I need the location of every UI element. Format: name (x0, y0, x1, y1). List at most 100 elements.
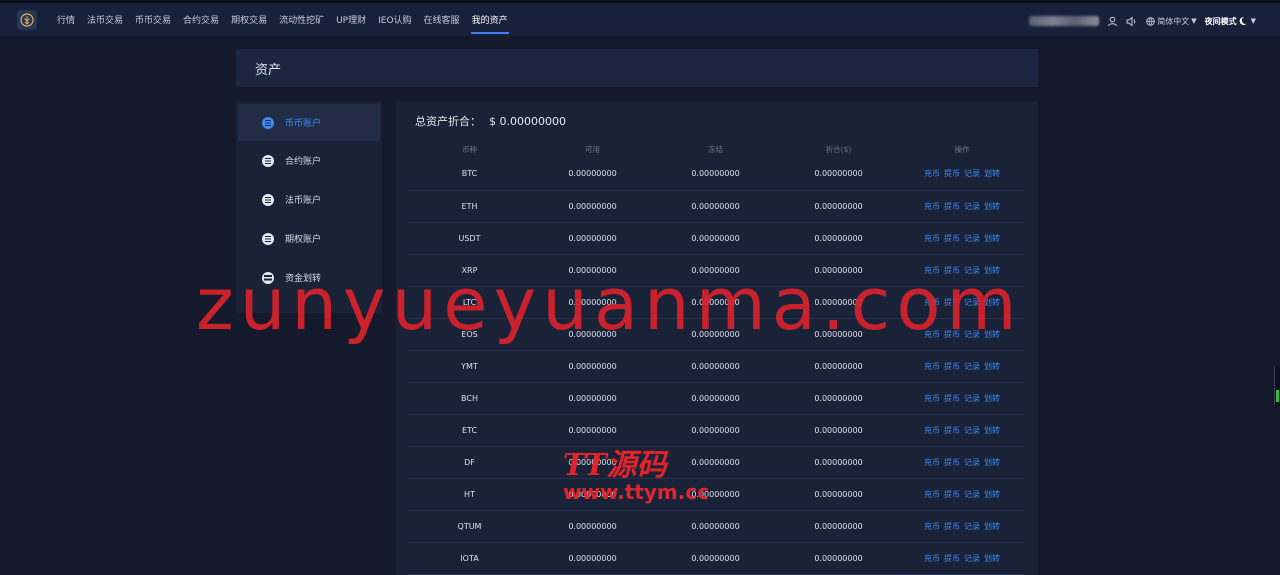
transfer-link[interactable]: 划转 (984, 426, 1000, 435)
sidebar-item[interactable]: 合约账户 (236, 141, 382, 180)
transfer-link[interactable]: 划转 (984, 169, 1000, 178)
table-row: USDT 0.00000000 0.00000000 0.00000000 充币 提币 记录… (408, 222, 1024, 255)
coin-account-icon (262, 116, 274, 129)
cell-available: 0.00000000 (531, 222, 654, 255)
deposit-link[interactable]: 充币 (924, 266, 940, 275)
record-link[interactable]: 记录 (964, 330, 980, 339)
withdraw-link[interactable]: 提币 (944, 490, 960, 499)
contract-account-icon (262, 154, 274, 167)
record-link[interactable]: 记录 (964, 522, 980, 531)
deposit-link[interactable]: 充币 (924, 458, 940, 467)
chevron-down-icon: ▼ (1191, 17, 1197, 25)
transfer-link[interactable]: 划转 (984, 234, 1000, 243)
deposit-link[interactable]: 充币 (924, 554, 940, 563)
sidebar-item[interactable]: 期权账户 (236, 219, 382, 258)
cell-frozen: 0.00000000 (654, 222, 777, 255)
transfer-link[interactable]: 划转 (984, 394, 1000, 403)
page-header: 资产 (236, 49, 1038, 87)
sidebar-item[interactable]: 资金划转 (236, 258, 382, 297)
record-link[interactable]: 记录 (964, 394, 980, 403)
transfer-link[interactable]: 划转 (984, 522, 1000, 531)
withdraw-link[interactable]: 提币 (944, 426, 960, 435)
language-selector[interactable]: 简体中文 ▼ (1146, 16, 1197, 27)
record-link[interactable]: 记录 (964, 362, 980, 371)
deposit-link[interactable]: 充币 (924, 202, 940, 211)
deposit-link[interactable]: 充币 (924, 169, 940, 178)
nav-item[interactable]: 币币交易 (129, 3, 177, 36)
cell-converted: 0.00000000 (777, 254, 900, 287)
nav-item[interactable]: 期权交易 (225, 3, 273, 36)
record-link[interactable]: 记录 (964, 426, 980, 435)
top-navigation-bar: 行情 法币交易 币币交易 合约交易 期权交易 流动性挖矿 UP理财 IEO认购 在线客服 我的资产… (0, 0, 1280, 36)
table-row: QTUM 0.00000000 0.00000000 0.00000000 充币 提币 记录… (408, 510, 1024, 543)
cell-available: 0.00000000 (531, 350, 654, 383)
record-link[interactable]: 记录 (964, 298, 980, 307)
deposit-link[interactable]: 充币 (924, 330, 940, 339)
nav-item[interactable]: 行情 (51, 3, 81, 36)
deposit-link[interactable]: 充币 (924, 234, 940, 243)
cell-converted: 0.00000000 (777, 542, 900, 575)
deposit-link[interactable]: 充币 (924, 426, 940, 435)
cell-actions: 充币 提币 记录 划转 (900, 446, 1024, 479)
nav-item[interactable]: 流动性挖矿 (273, 3, 330, 36)
nav-item[interactable]: IEO认购 (372, 3, 417, 36)
transfer-link[interactable]: 划转 (984, 458, 1000, 467)
withdraw-link[interactable]: 提币 (944, 394, 960, 403)
record-link[interactable]: 记录 (964, 266, 980, 275)
logo-icon[interactable] (17, 9, 37, 30)
record-link[interactable]: 记录 (964, 490, 980, 499)
withdraw-link[interactable]: 提币 (944, 330, 960, 339)
option-account-icon (262, 232, 274, 245)
username-blurred[interactable] (1029, 16, 1100, 26)
nav-item[interactable]: UP理财 (330, 3, 372, 36)
user-icon[interactable] (1107, 16, 1118, 27)
sound-icon[interactable] (1126, 15, 1138, 27)
sidebar-item[interactable]: 法币账户 (236, 180, 382, 219)
withdraw-link[interactable]: 提币 (944, 234, 960, 243)
withdraw-link[interactable]: 提币 (944, 298, 960, 307)
deposit-link[interactable]: 充币 (924, 298, 940, 307)
transfer-link[interactable]: 划转 (984, 202, 1000, 211)
nav-item[interactable]: 在线客服 (418, 3, 466, 36)
transfer-link[interactable]: 划转 (984, 490, 1000, 499)
cell-coin: USDT (408, 222, 531, 255)
withdraw-link[interactable]: 提币 (944, 522, 960, 531)
nav-item[interactable]: 法币交易 (81, 3, 129, 36)
nav-item[interactable]: 合约交易 (177, 3, 225, 36)
deposit-link[interactable]: 充币 (924, 490, 940, 499)
table-row: EOS 0.00000000 0.00000000 0.00000000 充币 提币 记录划… (408, 318, 1024, 351)
record-link[interactable]: 记录 (964, 458, 980, 467)
main-nav: 行情 法币交易 币币交易 合约交易 期权交易 流动性挖矿 UP理财 IEO认购 在线客服 我的资产 (51, 3, 514, 36)
transfer-link[interactable]: 划转 (984, 554, 1000, 563)
moon-icon (1239, 16, 1247, 25)
withdraw-link[interactable]: 提币 (944, 266, 960, 275)
table-header-row: 币种 可用 冻结 折合($) 操作 (408, 140, 1024, 158)
sidebar-item[interactable]: 币币账户 (238, 104, 380, 141)
sidebar-item-label: 合约账户 (285, 157, 322, 167)
record-link[interactable]: 记录 (964, 554, 980, 563)
cell-frozen: 0.00000000 (654, 414, 777, 447)
withdraw-link[interactable]: 提币 (944, 554, 960, 563)
withdraw-link[interactable]: 提币 (944, 362, 960, 371)
edge-widget[interactable] (1274, 366, 1280, 406)
cell-available: 0.00000000 (531, 414, 654, 447)
transfer-link[interactable]: 划转 (984, 362, 1000, 371)
column-header: 折合($) (825, 144, 852, 154)
deposit-link[interactable]: 充币 (924, 394, 940, 403)
withdraw-link[interactable]: 提币 (944, 458, 960, 467)
withdraw-link[interactable]: 提币 (944, 169, 960, 178)
cell-converted: 0.00000000 (777, 286, 900, 319)
nav-item[interactable]: 我的资产 (466, 3, 514, 36)
night-mode-toggle[interactable]: 夜间模式 ▼ (1205, 16, 1256, 27)
deposit-link[interactable]: 充币 (924, 362, 940, 371)
deposit-link[interactable]: 充币 (924, 522, 940, 531)
table-row: ETC 0.00000000 0.00000000 0.00000000 充币 提币 记录划… (408, 414, 1024, 447)
transfer-link[interactable]: 划转 (984, 330, 1000, 339)
record-link[interactable]: 记录 (964, 169, 980, 178)
record-link[interactable]: 记录 (964, 202, 980, 211)
transfer-link[interactable]: 划转 (984, 298, 1000, 307)
cell-coin: YMT (408, 350, 531, 383)
transfer-link[interactable]: 划转 (984, 266, 1000, 275)
withdraw-link[interactable]: 提币 (944, 202, 960, 211)
record-link[interactable]: 记录 (964, 234, 980, 243)
